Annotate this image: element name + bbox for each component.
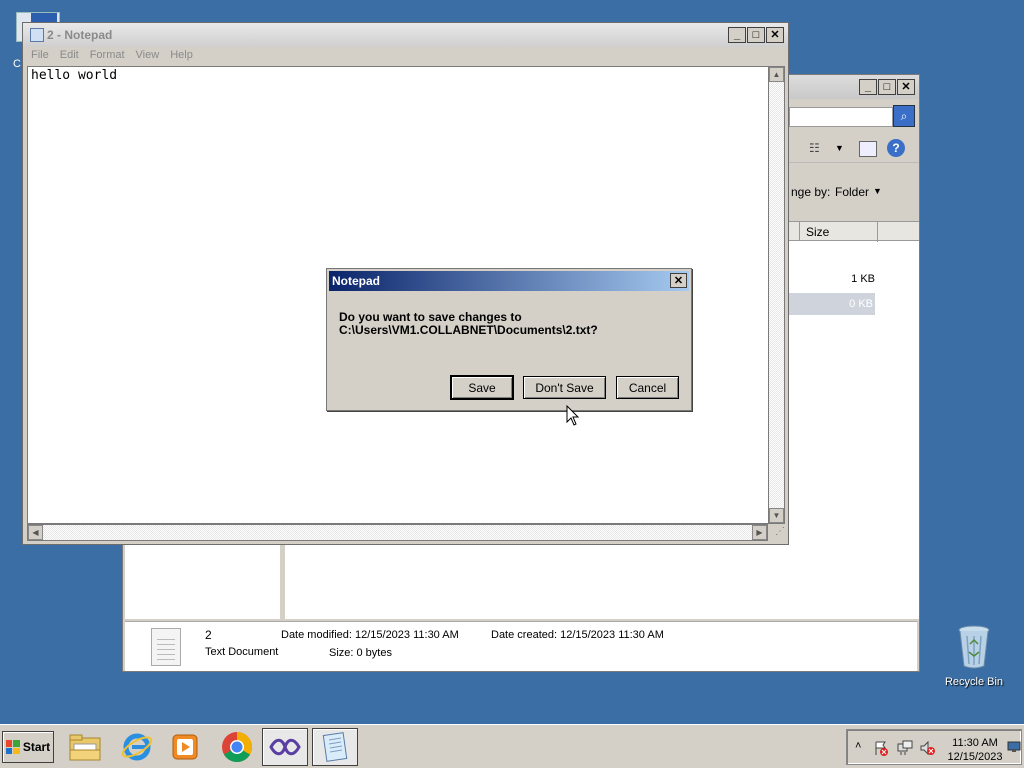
resize-grip-icon[interactable]: ⋰ <box>770 526 785 541</box>
show-hidden-icons-icon[interactable]: ˄ <box>855 740 861 752</box>
notepad-icon <box>322 732 348 762</box>
cancel-button[interactable]: Cancel <box>616 376 679 399</box>
minimize-button[interactable]: _ <box>728 27 746 43</box>
taskbar-explorer[interactable] <box>62 728 108 766</box>
start-label: Start <box>22 740 51 754</box>
dialog-message-line2: C:\Users\VM1.COLLABNET\Documents\2.txt? <box>339 323 598 337</box>
action-center-flag-icon[interactable] <box>873 740 889 756</box>
menu-help[interactable]: Help <box>170 47 193 65</box>
taskbar-chrome[interactable] <box>214 728 260 766</box>
preview-pane-icon[interactable] <box>859 141 877 157</box>
details-size: Size: 0 bytes <box>329 647 392 659</box>
help-icon[interactable]: ? <box>887 139 905 157</box>
folder-icon <box>69 734 101 761</box>
show-desktop-icon[interactable] <box>1007 740 1021 754</box>
search-input[interactable] <box>789 107 893 127</box>
recycle-bin[interactable]: Recycle Bin <box>942 624 1006 688</box>
scroll-left-icon[interactable]: ◀ <box>28 525 43 540</box>
arrange-by-label: nge by: <box>791 185 831 199</box>
recycle-bin-label: Recycle Bin <box>944 676 1004 688</box>
navigation-pane[interactable] <box>125 541 283 619</box>
system-tray: ˄ 11:30 AM 12/15/2023 <box>846 729 1022 765</box>
save-button[interactable]: Save <box>450 375 514 400</box>
close-button[interactable]: ✕ <box>766 27 784 43</box>
notepad-titlebar[interactable]: 2 - Notepad _ □ ✕ <box>23 23 788 47</box>
mouse-cursor-icon <box>566 404 580 430</box>
arrange-by-value[interactable]: Folder <box>835 185 869 199</box>
recycle-bin-icon <box>957 624 991 670</box>
scroll-up-icon[interactable]: ▲ <box>769 67 784 82</box>
details-file-name: 2 <box>205 628 212 642</box>
menu-file[interactable]: File <box>31 47 49 65</box>
media-player-icon <box>172 734 198 760</box>
volume-icon[interactable] <box>919 740 935 756</box>
details-date-modified: Date modified: 12/15/2023 11:30 AM <box>281 629 459 641</box>
window-title: 2 - Notepad <box>47 28 113 42</box>
notepad-icon <box>30 28 44 42</box>
taskbar-notepad[interactable] <box>312 728 358 766</box>
dialog-close-button[interactable]: ✕ <box>670 273 687 288</box>
vertical-scrollbar[interactable]: ▲ ▼ <box>768 66 785 524</box>
ie-icon <box>121 733 153 761</box>
clock[interactable]: 11:30 AM 12/15/2023 <box>943 736 1007 764</box>
list-item-size[interactable]: 1 KB <box>789 273 875 285</box>
clock-date: 12/15/2023 <box>947 751 1003 763</box>
taskbar-media-player[interactable] <box>162 728 208 766</box>
list-item-size-selected[interactable]: 0 KB <box>789 293 875 315</box>
taskbar-visual-studio[interactable] <box>262 728 308 766</box>
chrome-icon <box>222 732 253 763</box>
chevron-down-icon[interactable]: ▼ <box>835 143 844 153</box>
desktop-icon-label: C <box>13 58 21 70</box>
windows-logo-icon <box>5 740 20 754</box>
views-icon[interactable]: ☷ <box>809 141 827 155</box>
details-file-type: Text Document <box>205 646 279 658</box>
dont-save-button[interactable]: Don't Save <box>523 376 606 399</box>
maximize-button[interactable]: □ <box>878 79 896 95</box>
dialog-titlebar[interactable]: Notepad ✕ <box>329 271 689 291</box>
visual-studio-icon <box>269 738 301 756</box>
save-changes-dialog[interactable]: Notepad ✕ Do you want to save changes to… <box>326 268 692 411</box>
menu-edit[interactable]: Edit <box>60 47 79 65</box>
scroll-down-icon[interactable]: ▼ <box>769 508 784 523</box>
editor-content[interactable]: hello world <box>31 68 117 83</box>
menu-format[interactable]: Format <box>90 47 125 65</box>
minimize-button[interactable]: _ <box>859 79 877 95</box>
dialog-title: Notepad <box>332 274 380 288</box>
column-size[interactable]: Size <box>799 222 829 240</box>
maximize-button[interactable]: □ <box>747 27 765 43</box>
menu-bar: File Edit Format View Help <box>23 47 788 65</box>
start-button[interactable]: Start <box>2 731 54 763</box>
taskbar-internet-explorer[interactable] <box>114 728 160 766</box>
scroll-right-icon[interactable]: ▶ <box>752 525 767 540</box>
network-icon[interactable] <box>897 740 913 756</box>
details-date-created: Date created: 12/15/2023 11:30 AM <box>491 629 664 641</box>
close-button[interactable]: ✕ <box>897 79 915 95</box>
search-icon[interactable]: ⌕ <box>893 105 915 127</box>
dialog-message: Do you want to save changes to C:\Users\… <box>339 311 598 337</box>
chevron-down-icon[interactable]: ▼ <box>873 186 882 196</box>
horizontal-scrollbar[interactable]: ◀ ▶ <box>27 524 768 541</box>
menu-view[interactable]: View <box>136 47 160 65</box>
details-pane: 2 Text Document Date modified: 12/15/202… <box>125 621 917 671</box>
column-header[interactable]: Size <box>789 221 919 242</box>
text-file-icon <box>151 628 181 666</box>
clock-time: 11:30 AM <box>952 737 998 749</box>
taskbar: Start ˄ 11:30 AM 12/15/2023 <box>0 724 1024 768</box>
